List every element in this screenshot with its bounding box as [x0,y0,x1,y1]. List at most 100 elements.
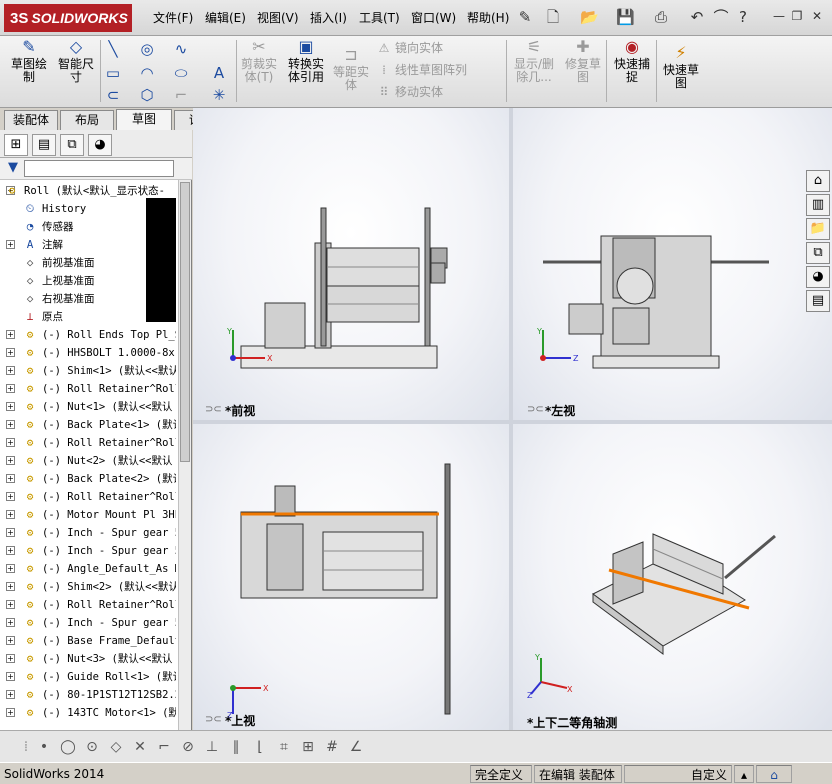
tree-item[interactable]: + ⚙ (-) Nut<1> (默认<<默认 [0,398,176,416]
graphics-area[interactable]: ⌕ ⌕ ↺ ▥ ⌘ ▨ ∞ ◍ ❖ ▤ ⊡ ⊡ — ❐ ✕ [193,108,832,730]
perpendicular-snap-icon[interactable]: ⊥ [204,739,220,755]
feature-manager-tab-icon[interactable]: ⊞ [4,134,28,156]
tree-item[interactable]: + ⚙ (-) Inch - Spur gear 5 [0,614,176,632]
undo-icon[interactable]: ↶ [688,8,706,26]
point-icon[interactable]: ✳ [210,86,228,104]
tree-item[interactable]: + ⚙ (-) Roll Retainer^Roll [0,434,176,452]
linear-pattern-button[interactable]: ⁞ 线性草图阵列 [376,60,467,80]
property-manager-tab-icon[interactable]: ▤ [32,134,56,156]
tree-item[interactable]: + ⚙ (-) Roll Retainer^Roll [0,380,176,398]
new-document-icon[interactable]: 🗋 [544,8,562,26]
tree-item[interactable]: + ⚙ (-) Guide Roll<1> (默认 [0,668,176,686]
offset-entities-button[interactable]: ⊐ 等距实 体 [330,46,372,92]
ellipse-icon[interactable]: ⬭ [172,64,190,82]
filter-icon[interactable]: ▼ [8,160,18,175]
spline-icon[interactable]: ∿ [172,40,190,58]
polygon-icon[interactable]: ⬡ [138,86,156,104]
tangent-snap-icon[interactable]: ⊘ [180,739,196,755]
expand-toggle-icon[interactable]: + [6,636,15,645]
expand-toggle-icon[interactable]: + [6,690,15,699]
viewport-top[interactable]: ZX ⊃⊂ *上视 [193,424,509,730]
tree-item[interactable]: + ⚙ (-) Shim<1> (默认<<默认 [0,362,176,380]
rebuild-status-icon[interactable]: ⌂ [756,765,792,783]
rectangle-icon[interactable]: ▭ [104,64,122,82]
expand-toggle-icon[interactable]: + [6,456,15,465]
arc-icon[interactable]: ◠ [138,64,156,82]
link-views-icon[interactable]: ⊃⊂ [205,714,222,725]
mirror-entities-button[interactable]: ⚠ 镜向实体 [376,38,443,58]
expand-toggle-icon[interactable]: + [6,330,15,339]
expand-toggle-icon[interactable]: + [6,384,15,393]
menu-window[interactable]: 窗口(W) [409,8,458,28]
expand-toggle-icon[interactable]: + [6,582,15,591]
restore-icon[interactable]: ❐ [788,8,806,24]
rapid-sketch-button[interactable]: ⚡ 快速草 图 [658,44,704,90]
home-icon[interactable]: ⌂ [806,170,830,192]
quick-snaps-button[interactable]: ◉ 快速捕 捉 [610,38,654,84]
expand-toggle-icon[interactable]: + [6,348,15,357]
line-icon[interactable]: ╲ [104,40,122,58]
expand-toggle-icon[interactable]: + [6,510,15,519]
filter-input[interactable] [24,160,174,177]
expand-toggle-icon[interactable]: + [6,546,15,555]
nearest-snap-icon[interactable]: ⌐ [156,739,172,755]
menu-edit[interactable]: 编辑(E) [203,8,248,28]
view-palette-icon[interactable]: ⧉ [806,242,830,264]
expand-toggle-icon[interactable]: + [6,438,15,447]
save-icon[interactable]: 💾 [616,8,635,26]
quadrant-snap-icon[interactable]: ◇ [108,739,124,755]
menu-view[interactable]: 视图(V) [255,8,301,28]
tree-item[interactable]: + ⚙ (-) Nut<3> (默认<<默认 [0,650,176,668]
tree-item[interactable]: + ⚙ (-) HHSBOLT 1.0000-8x1 [0,344,176,362]
units-status[interactable]: 自定义 [624,765,732,783]
expand-toggle-icon[interactable]: + [6,474,15,483]
scrollbar-thumb[interactable] [180,182,190,462]
tab-assembly[interactable]: 装配体 [4,110,58,130]
trim-entities-button[interactable]: ✂ 剪裁实 体(T) [238,38,280,84]
center-snap-icon[interactable]: ⊙ [84,739,100,755]
expand-toggle-icon[interactable]: + [6,492,15,501]
expand-toggle-icon[interactable]: + [6,528,15,537]
tree-item[interactable]: + ⚙ (-) Angle_Default_As M [0,560,176,578]
configuration-manager-tab-icon[interactable]: ⧉ [60,134,84,156]
viewport-left[interactable]: YZ ⊃⊂ *左视 [513,108,832,420]
tab-sketch[interactable]: 草图 [116,109,172,131]
link-views-icon[interactable]: ⊃⊂ [527,404,544,415]
viewport-splitter-horizontal[interactable] [193,420,832,424]
help-icon[interactable]: ? [734,8,752,26]
expand-toggle-icon[interactable]: + [6,708,15,717]
open-folder-icon[interactable]: 📂 [580,8,599,26]
viewport-splitter-vertical[interactable] [509,108,513,730]
intersection-snap-icon[interactable]: ✕ [132,739,148,755]
tree-item[interactable]: + ⚙ (-) Back Plate<1> (默认 [0,416,176,434]
display-manager-tab-icon[interactable]: ◕ [88,134,112,156]
angle-snap-icon[interactable]: ∠ [348,739,364,755]
repair-sketch-button[interactable]: ✚ 修复草 图 [562,38,604,84]
convert-entities-button[interactable]: ▣ 转换实 体引用 [284,38,328,84]
expand-toggle-icon[interactable]: + [6,402,15,411]
tree-item[interactable]: + ⚙ (-) Nut<2> (默认<<默认 [0,452,176,470]
grid-snap-icon[interactable]: # [324,739,340,755]
units-dropdown-icon[interactable]: ▴ [734,765,754,783]
tree-item[interactable]: + ⚙ (-) Shim<2> (默认<<默认 [0,578,176,596]
minimize-icon[interactable]: — [770,8,788,24]
design-library-icon[interactable]: ▥ [806,194,830,216]
menu-file[interactable]: 文件(F) [151,8,195,28]
text-icon[interactable]: A [210,64,228,82]
expand-toggle-icon[interactable]: + [6,564,15,573]
expand-toggle-icon[interactable]: + [6,600,15,609]
tree-item[interactable]: + ⚙ (-) Roll Retainer^Roll [0,488,176,506]
expand-toggle-icon[interactable]: + [6,366,15,375]
expand-toggle-icon[interactable]: + [6,672,15,681]
expand-toggle-icon[interactable]: + [6,618,15,627]
tree-item[interactable]: + ⚙ (-) Inch - Spur gear 5 [0,542,176,560]
solidworks-logo[interactable]: 3S SOLIDWORKS [4,4,132,32]
print-icon[interactable]: ⎙ [652,8,670,26]
fillet-icon[interactable]: ⌐ [172,86,190,104]
menu-insert[interactable]: 插入(I) [308,8,349,28]
tree-item[interactable]: + ⚙ (-) Back Plate<2> (默认 [0,470,176,488]
custom-properties-icon[interactable]: ▤ [806,290,830,312]
slot-icon[interactable]: ⊂ [104,86,122,104]
menu-tools[interactable]: 工具(T) [357,8,402,28]
length-snap-icon[interactable]: ⊞ [300,739,316,755]
